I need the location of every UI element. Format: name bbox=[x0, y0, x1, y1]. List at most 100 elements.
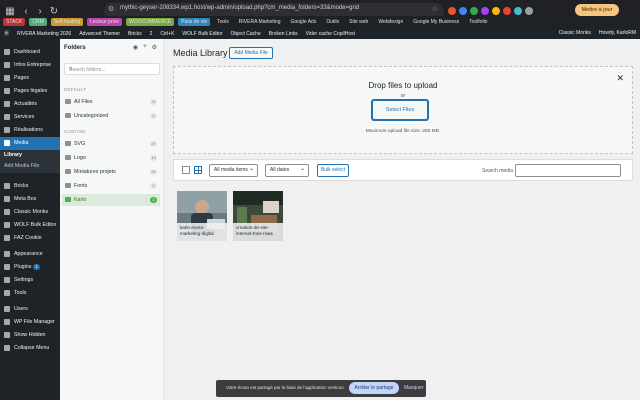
sidebar-item-media[interactable]: Media bbox=[0, 137, 60, 150]
bookmark-item[interactable]: Site web bbox=[346, 18, 371, 26]
extension-icon[interactable] bbox=[492, 7, 500, 15]
extension-icon[interactable] bbox=[481, 7, 489, 15]
dashboard-icon bbox=[4, 49, 10, 55]
sidebar-item-dashboard[interactable]: Dashboard bbox=[0, 46, 60, 59]
bookmark-item[interactable]: RIVERA Marketing bbox=[236, 18, 284, 26]
extension-icon[interactable] bbox=[503, 7, 511, 15]
sidebar-item-users[interactable]: Users bbox=[0, 303, 60, 316]
sidebar-item-meta-box[interactable]: Meta Box bbox=[0, 193, 60, 206]
extension-icon[interactable] bbox=[459, 7, 467, 15]
media-attachment[interactable]: creation-de-site-internet-trois-rivas bbox=[233, 191, 283, 241]
sidebar-item-classic-monks[interactable]: Classic Monks bbox=[0, 206, 60, 219]
bookmark-item[interactable]: Webdesign bbox=[375, 18, 406, 26]
adminbar-comments-count[interactable]: 2 bbox=[150, 31, 153, 37]
folder-item[interactable]: Fonts 0 bbox=[62, 180, 160, 192]
sidebar-item-actualit-s[interactable]: Actualités bbox=[0, 98, 60, 111]
sidebar-item-plugins[interactable]: Plugins 1 bbox=[0, 261, 60, 274]
bookmark-item[interactable]: WOOCOMMERCE bbox=[126, 18, 175, 26]
bookmark-item[interactable]: CRM bbox=[29, 18, 47, 26]
site-info-icon[interactable]: ⚙ bbox=[108, 5, 114, 13]
sidebar-item-settings[interactable]: Settings bbox=[0, 274, 60, 287]
submenu-add-media[interactable]: Add Media File bbox=[4, 163, 39, 169]
add-folder-icon[interactable]: + bbox=[143, 44, 147, 51]
folder-label: Miniatures projets bbox=[74, 169, 116, 175]
folder-item[interactable]: Logo 13 bbox=[62, 152, 160, 164]
adminbar-command[interactable]: Ctrl+K bbox=[160, 31, 174, 37]
folder-count: 13 bbox=[150, 155, 157, 161]
extension-icon[interactable] bbox=[525, 7, 533, 15]
search-media-input[interactable] bbox=[515, 164, 621, 177]
box-icon bbox=[4, 196, 10, 202]
adminbar-object-cache[interactable]: Object Cache bbox=[230, 31, 260, 37]
bookmark-item[interactable]: Google Ads bbox=[287, 18, 319, 26]
extension-icon[interactable] bbox=[514, 7, 522, 15]
sidebar-item-label: Pages bbox=[14, 75, 30, 81]
hide-share-button[interactable]: Masquer bbox=[404, 385, 423, 391]
sidebar-item-tools[interactable]: Tools bbox=[0, 287, 60, 300]
media-type-filter[interactable]: All media items bbox=[209, 164, 258, 177]
adminbar-advanced-themer[interactable]: Advanced Themer bbox=[79, 31, 120, 37]
share-text: Votre écran est partagé par le biais de … bbox=[226, 385, 345, 390]
sidebar-item-wolf-bulk-editor[interactable]: WOLF Bulk Editor bbox=[0, 219, 60, 232]
folder-item[interactable]: Uncategorized 0 bbox=[62, 110, 160, 122]
settings-icon[interactable]: ⚙ bbox=[152, 44, 157, 51]
bookmark-item[interactable]: Self-hosting bbox=[50, 18, 84, 26]
bookmark-item[interactable]: Toolfolio bbox=[466, 18, 490, 26]
bookmark-item[interactable]: Outils bbox=[323, 18, 342, 26]
grid-view-icon[interactable] bbox=[194, 166, 202, 174]
upload-drop-zone[interactable]: ✕ Drop files to upload or Select Files M… bbox=[173, 66, 633, 154]
folder-item[interactable]: SVG 27 bbox=[62, 138, 160, 150]
bulk-select-button[interactable]: Bulk select bbox=[317, 164, 349, 177]
date-filter[interactable]: All dates bbox=[265, 164, 309, 177]
media-attachment[interactable]: karlo-rivera-marketing-digital bbox=[177, 191, 227, 241]
folder-count: 71 bbox=[150, 99, 157, 105]
sidebar-item-collapse-menu[interactable]: Collapse Menu bbox=[0, 342, 60, 355]
bookmark-item[interactable]: Pass de vie bbox=[178, 18, 211, 26]
stop-sharing-button[interactable]: Arrêter le partage bbox=[349, 382, 399, 394]
url-text: mythic-geyser-208334.wp1.host/wp-admin/u… bbox=[120, 5, 360, 11]
submenu-library[interactable]: Library bbox=[4, 152, 22, 158]
folder-item[interactable]: Karlo 2 bbox=[62, 194, 160, 206]
sidebar-item-r-alisations[interactable]: Réalisations bbox=[0, 124, 60, 137]
add-media-file-button[interactable]: Add Media File bbox=[229, 47, 273, 59]
sidebar-item-bricks[interactable]: Bricks bbox=[0, 180, 60, 193]
sidebar-item-label: Show Hidden bbox=[14, 332, 46, 338]
sidebar-item-faz-cookie[interactable]: FAZ Cookie bbox=[0, 232, 60, 245]
adminbar-howdy[interactable]: Howdy, KarloRM bbox=[599, 30, 636, 36]
extension-icon[interactable] bbox=[470, 7, 478, 15]
sidebar-item-pages-l-gales[interactable]: Pages légales bbox=[0, 85, 60, 98]
bookmark-item[interactable]: Lecteur prive bbox=[87, 18, 123, 26]
sidebar-item-wp-file-manager[interactable]: WP File Manager bbox=[0, 316, 60, 329]
extension-icon[interactable] bbox=[448, 7, 456, 15]
sidebar-item-infos-entreprise[interactable]: Infos Entreprise bbox=[0, 59, 60, 72]
select-files-button[interactable]: Select Files bbox=[372, 100, 428, 120]
sidebar-item-services[interactable]: Services bbox=[0, 111, 60, 124]
adminbar-broken-links[interactable]: Broken Links bbox=[269, 31, 298, 37]
bookmark-item[interactable]: STACK bbox=[3, 18, 26, 26]
adminbar-wolf[interactable]: WOLF Bulk Editor bbox=[182, 31, 222, 37]
adminbar-classic-monks[interactable]: Classic Monks bbox=[559, 30, 591, 36]
folder-item[interactable]: Miniatures projets 24 bbox=[62, 166, 160, 178]
sidebar-item-label: Services bbox=[14, 114, 35, 120]
folder-icon bbox=[4, 319, 10, 325]
adminbar-clear-cache[interactable]: Vider cache CopilHost bbox=[306, 31, 355, 37]
sidebar-item-show-hidden[interactable]: Show Hidden bbox=[0, 329, 60, 342]
sidebar-item-pages[interactable]: Pages bbox=[0, 72, 60, 85]
bookmark-item[interactable]: Tools bbox=[214, 18, 232, 26]
list-view-icon[interactable] bbox=[182, 166, 190, 174]
gear-icon bbox=[4, 62, 10, 68]
sidebar-item-label: Tools bbox=[14, 290, 27, 296]
folder-search-input[interactable]: Search folders... ⌕ bbox=[64, 63, 160, 75]
bookmark-item[interactable]: Google My Business bbox=[410, 18, 462, 26]
attachment-caption: creation-de-site-internet-trois-rivas bbox=[233, 223, 283, 241]
eye-icon[interactable]: ◉ bbox=[133, 44, 138, 51]
sidebar-item-appearance[interactable]: Appearance bbox=[0, 248, 60, 261]
adminbar-bricks[interactable]: Bricks bbox=[128, 31, 142, 37]
wp-logo-icon[interactable]: Ⓦ bbox=[4, 30, 9, 37]
pin-icon bbox=[4, 114, 10, 120]
folder-item[interactable]: All Files 71 bbox=[62, 96, 160, 108]
bookmark-star-icon[interactable]: ☆ bbox=[432, 5, 438, 13]
adminbar-site-name[interactable]: RIVERA Marketing 2026 bbox=[17, 31, 71, 37]
update-button[interactable]: Mettre à jour bbox=[575, 4, 619, 16]
attachment-caption: karlo-rivera-marketing-digital bbox=[177, 223, 227, 241]
